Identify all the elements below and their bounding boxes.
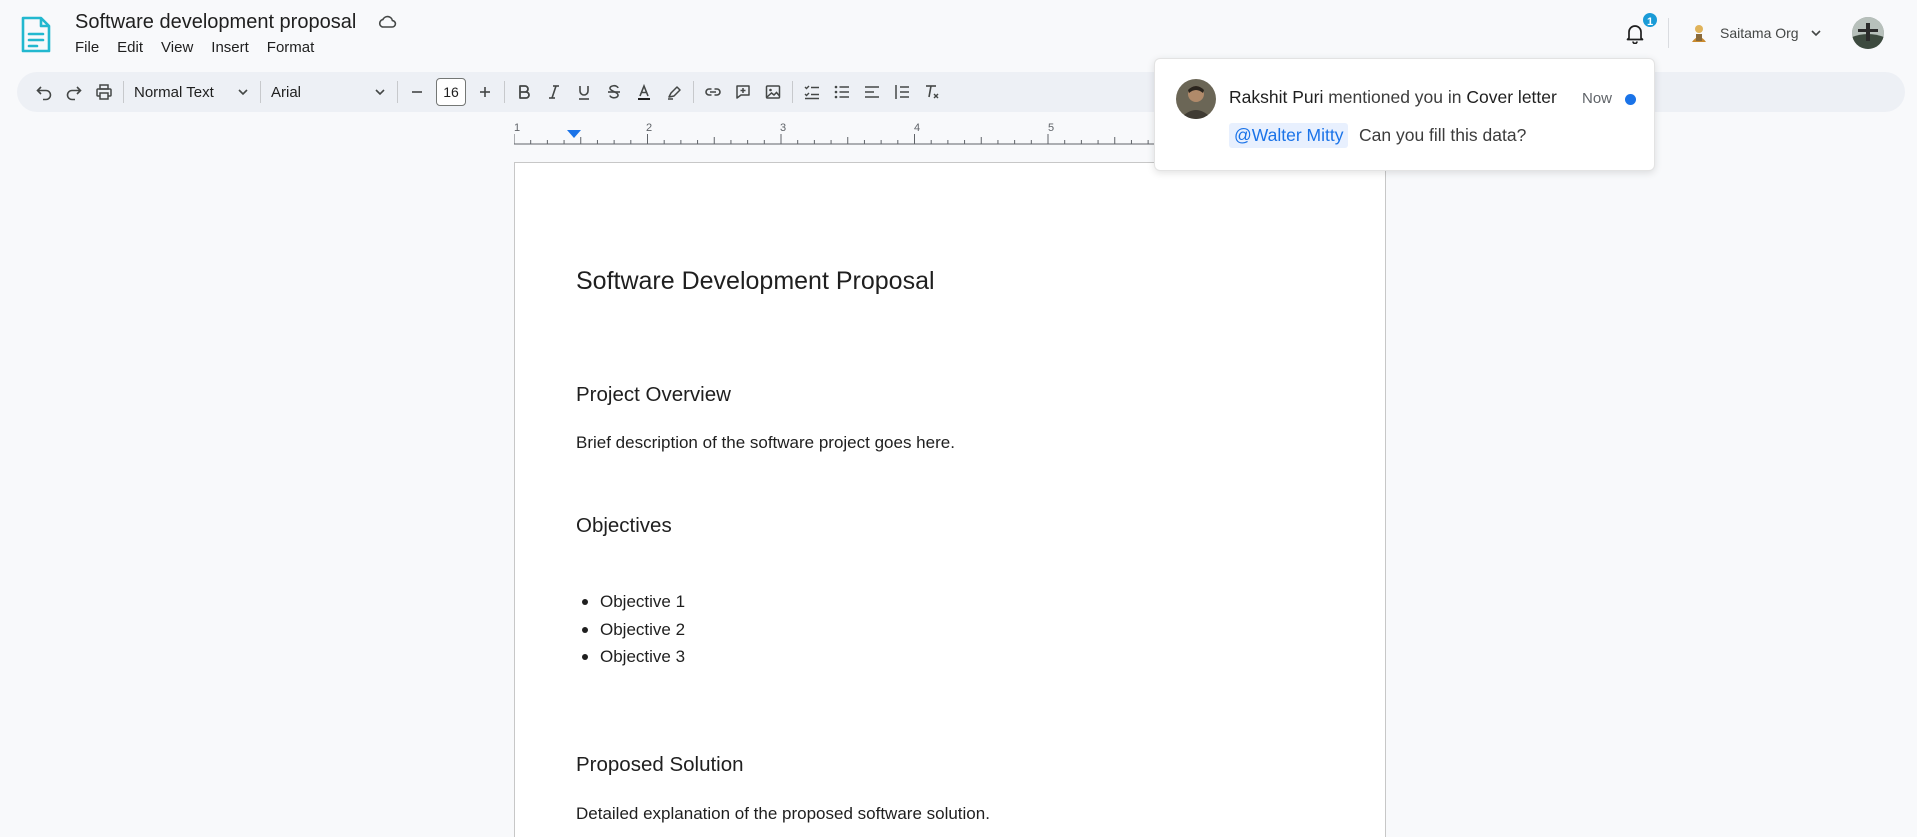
objectives-list: Objective 1 Objective 2 Objective 3 — [576, 588, 685, 671]
notification-count-badge: 1 — [1641, 11, 1660, 29]
doc-logo-icon[interactable] — [20, 16, 52, 54]
print-icon — [96, 84, 112, 100]
notification-action: mentioned you in — [1328, 87, 1462, 107]
ruler-label-2: 2 — [646, 122, 652, 134]
align-left-icon — [865, 86, 879, 98]
redo-icon — [66, 86, 82, 101]
checklist-button[interactable] — [797, 77, 827, 107]
section-heading-overview[interactable]: Project Overview — [576, 383, 731, 407]
notification-text: Rakshit Puri mentioned you in Cover lett… — [1229, 87, 1557, 108]
ruler-label-1: 1 — [514, 122, 520, 134]
document-page[interactable]: Software Development Proposal Project Ov… — [514, 162, 1386, 837]
menu-view[interactable]: View — [161, 38, 201, 58]
bullet-list-button[interactable] — [827, 77, 857, 107]
clear-format-icon — [926, 85, 939, 99]
font-family-value: Arial — [271, 83, 302, 101]
toolbar-divider — [504, 81, 505, 103]
strikethrough-icon — [608, 84, 620, 99]
list-item[interactable]: Objective 1 — [576, 588, 685, 616]
cloud-icon[interactable] — [377, 12, 397, 32]
section-body-solution[interactable]: Detailed explanation of the proposed sof… — [576, 804, 990, 824]
header-divider — [1668, 18, 1669, 48]
add-comment-button[interactable] — [728, 77, 758, 107]
indent-marker-icon[interactable] — [567, 130, 581, 138]
strikethrough-button[interactable] — [599, 77, 629, 107]
user-avatar[interactable] — [1852, 17, 1884, 49]
chevron-down-icon — [375, 89, 385, 96]
comment-icon — [736, 85, 750, 99]
numbered-list-icon — [895, 85, 909, 99]
list-item[interactable]: Objective 3 — [576, 643, 685, 671]
org-name: Saitama Org — [1720, 25, 1799, 41]
notification-message: Can you fill this data? — [1359, 125, 1527, 145]
insert-link-button[interactable] — [698, 77, 728, 107]
paragraph-style-value: Normal Text — [134, 83, 214, 101]
minus-icon — [412, 91, 422, 93]
undo-button[interactable] — [29, 77, 59, 107]
org-avatar — [1692, 25, 1706, 42]
numbered-list-button[interactable] — [887, 77, 917, 107]
link-icon — [705, 88, 721, 96]
notification-author[interactable]: Rakshit Puri — [1229, 87, 1323, 107]
mention-chip[interactable]: @Walter Mitty — [1229, 123, 1349, 148]
increase-font-size-button[interactable] — [470, 77, 500, 107]
menu-edit[interactable]: Edit — [117, 38, 151, 58]
menu-file[interactable]: File — [75, 38, 107, 58]
toolbar-divider — [693, 81, 694, 103]
font-size-input[interactable]: 16 — [436, 78, 466, 106]
ruler-label-5: 5 — [1048, 122, 1054, 134]
notification-popup[interactable]: Rakshit Puri mentioned you in Cover lett… — [1154, 58, 1655, 171]
italic-button[interactable] — [539, 77, 569, 107]
ruler-label-4: 4 — [914, 122, 920, 134]
menu-format[interactable]: Format — [267, 38, 323, 58]
highlight-icon — [668, 86, 681, 100]
decrease-font-size-button[interactable] — [402, 77, 432, 107]
checklist-icon — [804, 85, 819, 100]
app-root: Software development proposal File Edit … — [0, 0, 1917, 837]
ruler-label-3: 3 — [780, 122, 786, 134]
org-switcher[interactable]: Saitama Org — [1688, 22, 1823, 44]
text-color-button[interactable] — [629, 77, 659, 107]
section-heading-objectives[interactable]: Objectives — [576, 514, 672, 538]
paragraph-style-select[interactable]: Normal Text — [128, 77, 256, 107]
document-title[interactable]: Software development proposal — [75, 10, 356, 34]
bold-icon — [519, 85, 530, 99]
chevron-down-icon — [1811, 30, 1821, 37]
redo-button[interactable] — [59, 77, 89, 107]
underline-button[interactable] — [569, 77, 599, 107]
highlight-button[interactable] — [659, 77, 689, 107]
italic-icon — [549, 85, 559, 99]
underline-icon — [579, 86, 589, 100]
author-avatar — [1176, 79, 1216, 119]
undo-icon — [36, 86, 52, 101]
print-button[interactable] — [89, 77, 119, 107]
menu-bar: File Edit View Insert Format — [75, 38, 332, 58]
list-item[interactable]: Objective 2 — [576, 616, 685, 644]
document-heading[interactable]: Software Development Proposal — [576, 267, 935, 296]
unread-dot — [1625, 94, 1636, 105]
insert-image-button[interactable] — [758, 77, 788, 107]
toolbar-divider — [397, 81, 398, 103]
bold-button[interactable] — [509, 77, 539, 107]
plus-icon — [480, 87, 490, 97]
align-left-button[interactable] — [857, 77, 887, 107]
chevron-down-icon — [238, 89, 248, 96]
clear-formatting-button[interactable] — [917, 77, 947, 107]
notification-target[interactable]: Cover letter — [1466, 87, 1556, 107]
text-color-icon — [638, 83, 650, 100]
image-icon — [765, 85, 781, 99]
notification-time: Now — [1582, 90, 1613, 107]
toolbar-divider — [792, 81, 793, 103]
toolbar-divider — [123, 81, 124, 103]
section-heading-solution[interactable]: Proposed Solution — [576, 753, 744, 777]
font-family-select[interactable]: Arial — [265, 77, 393, 107]
section-body-overview[interactable]: Brief description of the software projec… — [576, 433, 955, 453]
toolbar-divider — [260, 81, 261, 103]
menu-insert[interactable]: Insert — [211, 38, 257, 58]
bullet-list-icon — [834, 85, 849, 99]
